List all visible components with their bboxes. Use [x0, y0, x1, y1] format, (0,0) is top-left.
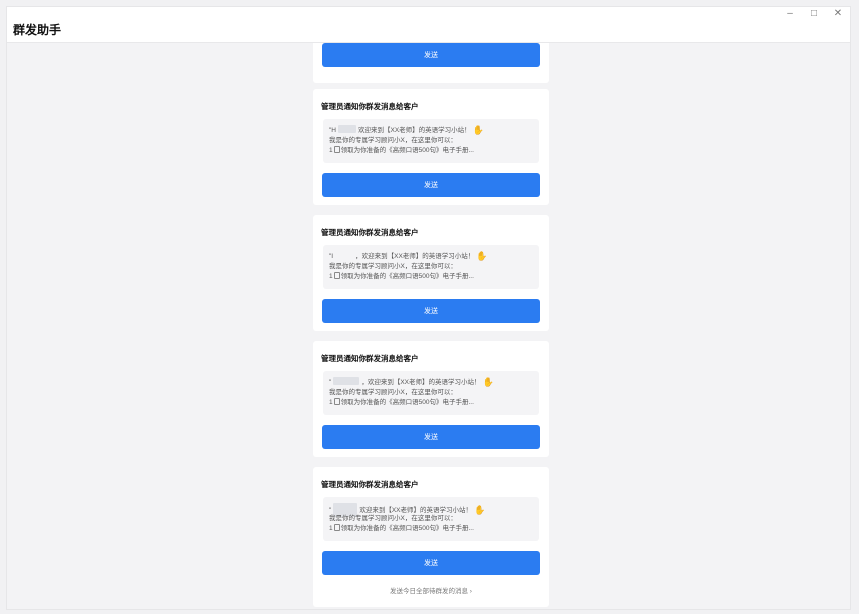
preview-line-greeting: "I ，欢迎来到【XX老师】的英语学习小站！ ✋: [329, 251, 488, 261]
card-title: 管理员通知你群发消息给客户: [321, 102, 419, 111]
app-window: 群发助手 – □ ✕ 发送 管理员通知你群发消息给客户 "H 欢迎来到【XX老师】…: [6, 6, 851, 610]
message-preview[interactable]: " ，欢迎来到【XX老师】的英语学习小站！ ✋ 我是你的专属学习顾问小X，在这里你可…: [323, 371, 539, 415]
gift-icon: [333, 146, 340, 153]
redacted-name: [333, 377, 360, 385]
window-controls: – □ ✕: [778, 7, 850, 21]
send-button[interactable]: 发送: [322, 173, 540, 197]
message-card: 管理员通知你群发消息给客户 "I ，欢迎来到【XX老师】的英语学习小站！ ✋ 我是你…: [313, 215, 549, 331]
card-title: 管理员通知你群发消息给客户: [321, 480, 419, 489]
title-bar: 群发助手 – □ ✕: [7, 7, 850, 43]
message-card: 管理员通知你群发消息给客户 " 欢迎来到【XX老师】的英语学习小站！ ✋ 我是你的专…: [313, 467, 549, 607]
message-card: 管理员通知你群发消息给客户 "H 欢迎来到【XX老师】的英语学习小站！ ✋ 我是你的…: [313, 89, 549, 205]
preview-line-greeting: "H 欢迎来到【XX老师】的英语学习小站！ ✋: [329, 125, 484, 135]
waving-hand-icon: ✋: [473, 505, 486, 515]
preview-line-intro: 我是你的专属学习顾问小X，在这里你可以：: [329, 263, 457, 270]
send-all-today-link[interactable]: 发送今日全部待群发的消息 ›: [313, 585, 549, 595]
preview-line-intro: 我是你的专属学习顾问小X，在这里你可以：: [329, 515, 457, 522]
waving-hand-icon: ✋: [476, 251, 488, 261]
preview-line-intro: 我是你的专属学习顾问小X，在这里你可以：: [329, 389, 457, 396]
card-title: 管理员通知你群发消息给客户: [321, 354, 419, 363]
maximize-icon[interactable]: □: [802, 7, 826, 21]
preview-line-offer: 1 领取为你准备的《高频口语500句》电子手册...: [329, 398, 474, 406]
redacted-name: [338, 125, 357, 133]
preview-line-offer: 1 领取为你准备的《高频口语500句》电子手册...: [329, 146, 474, 154]
message-card: 管理员通知你群发消息给客户 " ，欢迎来到【XX老师】的英语学习小站！ ✋ 我是你的…: [313, 341, 549, 457]
preview-line-offer: 1 领取为你准备的《高频口语500句》电子手册...: [329, 272, 474, 280]
message-preview[interactable]: "H 欢迎来到【XX老师】的英语学习小站！ ✋ 我是你的专属学习顾问小X，在这里你可…: [323, 119, 539, 163]
preview-line-greeting: " ，欢迎来到【XX老师】的英语学习小站！ ✋: [329, 377, 494, 387]
gift-icon: [333, 524, 340, 531]
waving-hand-icon: ✋: [482, 377, 494, 387]
waving-hand-icon: ✋: [472, 125, 484, 135]
preview-line-intro: 我是你的专属学习顾问小X，在这里你可以：: [329, 137, 457, 144]
message-preview[interactable]: "I ，欢迎来到【XX老师】的英语学习小站！ ✋ 我是你的专属学习顾问小X，在这里你…: [323, 245, 539, 289]
send-button[interactable]: 发送: [322, 43, 540, 67]
send-button[interactable]: 发送: [322, 425, 540, 449]
preview-line-offer: 1 领取为你准备的《高频口语500句》电子手册...: [329, 524, 474, 532]
send-button[interactable]: 发送: [322, 299, 540, 323]
gift-icon: [333, 398, 340, 405]
message-card-partial: 发送: [313, 43, 549, 83]
minimize-icon[interactable]: –: [778, 7, 802, 21]
card-title: 管理员通知你群发消息给客户: [321, 228, 419, 237]
app-title: 群发助手: [13, 23, 62, 37]
send-button[interactable]: 发送: [322, 551, 540, 575]
redacted-name: [335, 251, 354, 259]
message-feed: 发送 管理员通知你群发消息给客户 "H 欢迎来到【XX老师】的英语学习小站！ ✋ 我…: [7, 43, 850, 609]
message-preview[interactable]: " 欢迎来到【XX老师】的英语学习小站！ ✋ 我是你的专属学习顾问小X，在这里你可以…: [323, 497, 539, 541]
gift-icon: [333, 272, 340, 279]
close-icon[interactable]: ✕: [826, 7, 850, 21]
